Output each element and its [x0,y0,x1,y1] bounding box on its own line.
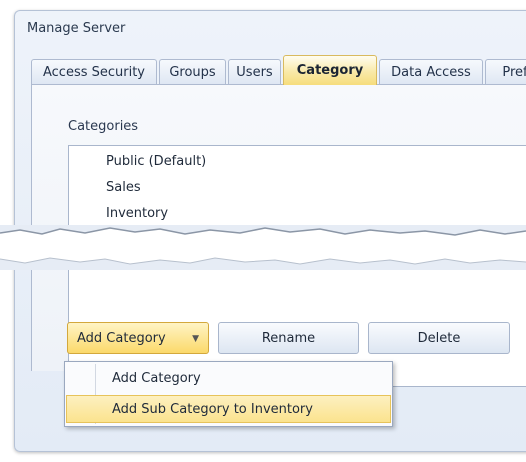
menu-item-add-category[interactable]: Add Category [66,365,391,393]
torn-edge-divider [0,225,526,270]
chevron-down-icon[interactable]: ▼ [192,323,199,355]
add-category-dropdown-menu: Add Category Add Sub Category to Invento… [64,361,393,427]
tab-category[interactable]: Category [283,55,377,85]
tab-groups[interactable]: Groups [159,59,226,84]
delete-button[interactable]: Delete [368,322,510,354]
add-category-button-label: Add Category [77,331,166,346]
list-item-sales[interactable]: Sales [106,180,141,195]
window-title: Manage Server [27,21,126,36]
list-item-public-default[interactable]: Public (Default) [106,154,206,169]
categories-label: Categories [68,119,139,134]
tab-users[interactable]: Users [228,59,281,84]
tab-pref[interactable]: Pref [485,59,526,84]
add-category-dropdown-button[interactable]: Add Category ▼ [67,322,209,354]
tab-access-security[interactable]: Access Security [31,59,157,84]
menu-item-add-sub-category[interactable]: Add Sub Category to Inventory [66,395,391,423]
list-item-inventory[interactable]: Inventory [106,206,168,221]
tab-data-access[interactable]: Data Access [379,59,483,84]
rename-button[interactable]: Rename [218,322,359,354]
